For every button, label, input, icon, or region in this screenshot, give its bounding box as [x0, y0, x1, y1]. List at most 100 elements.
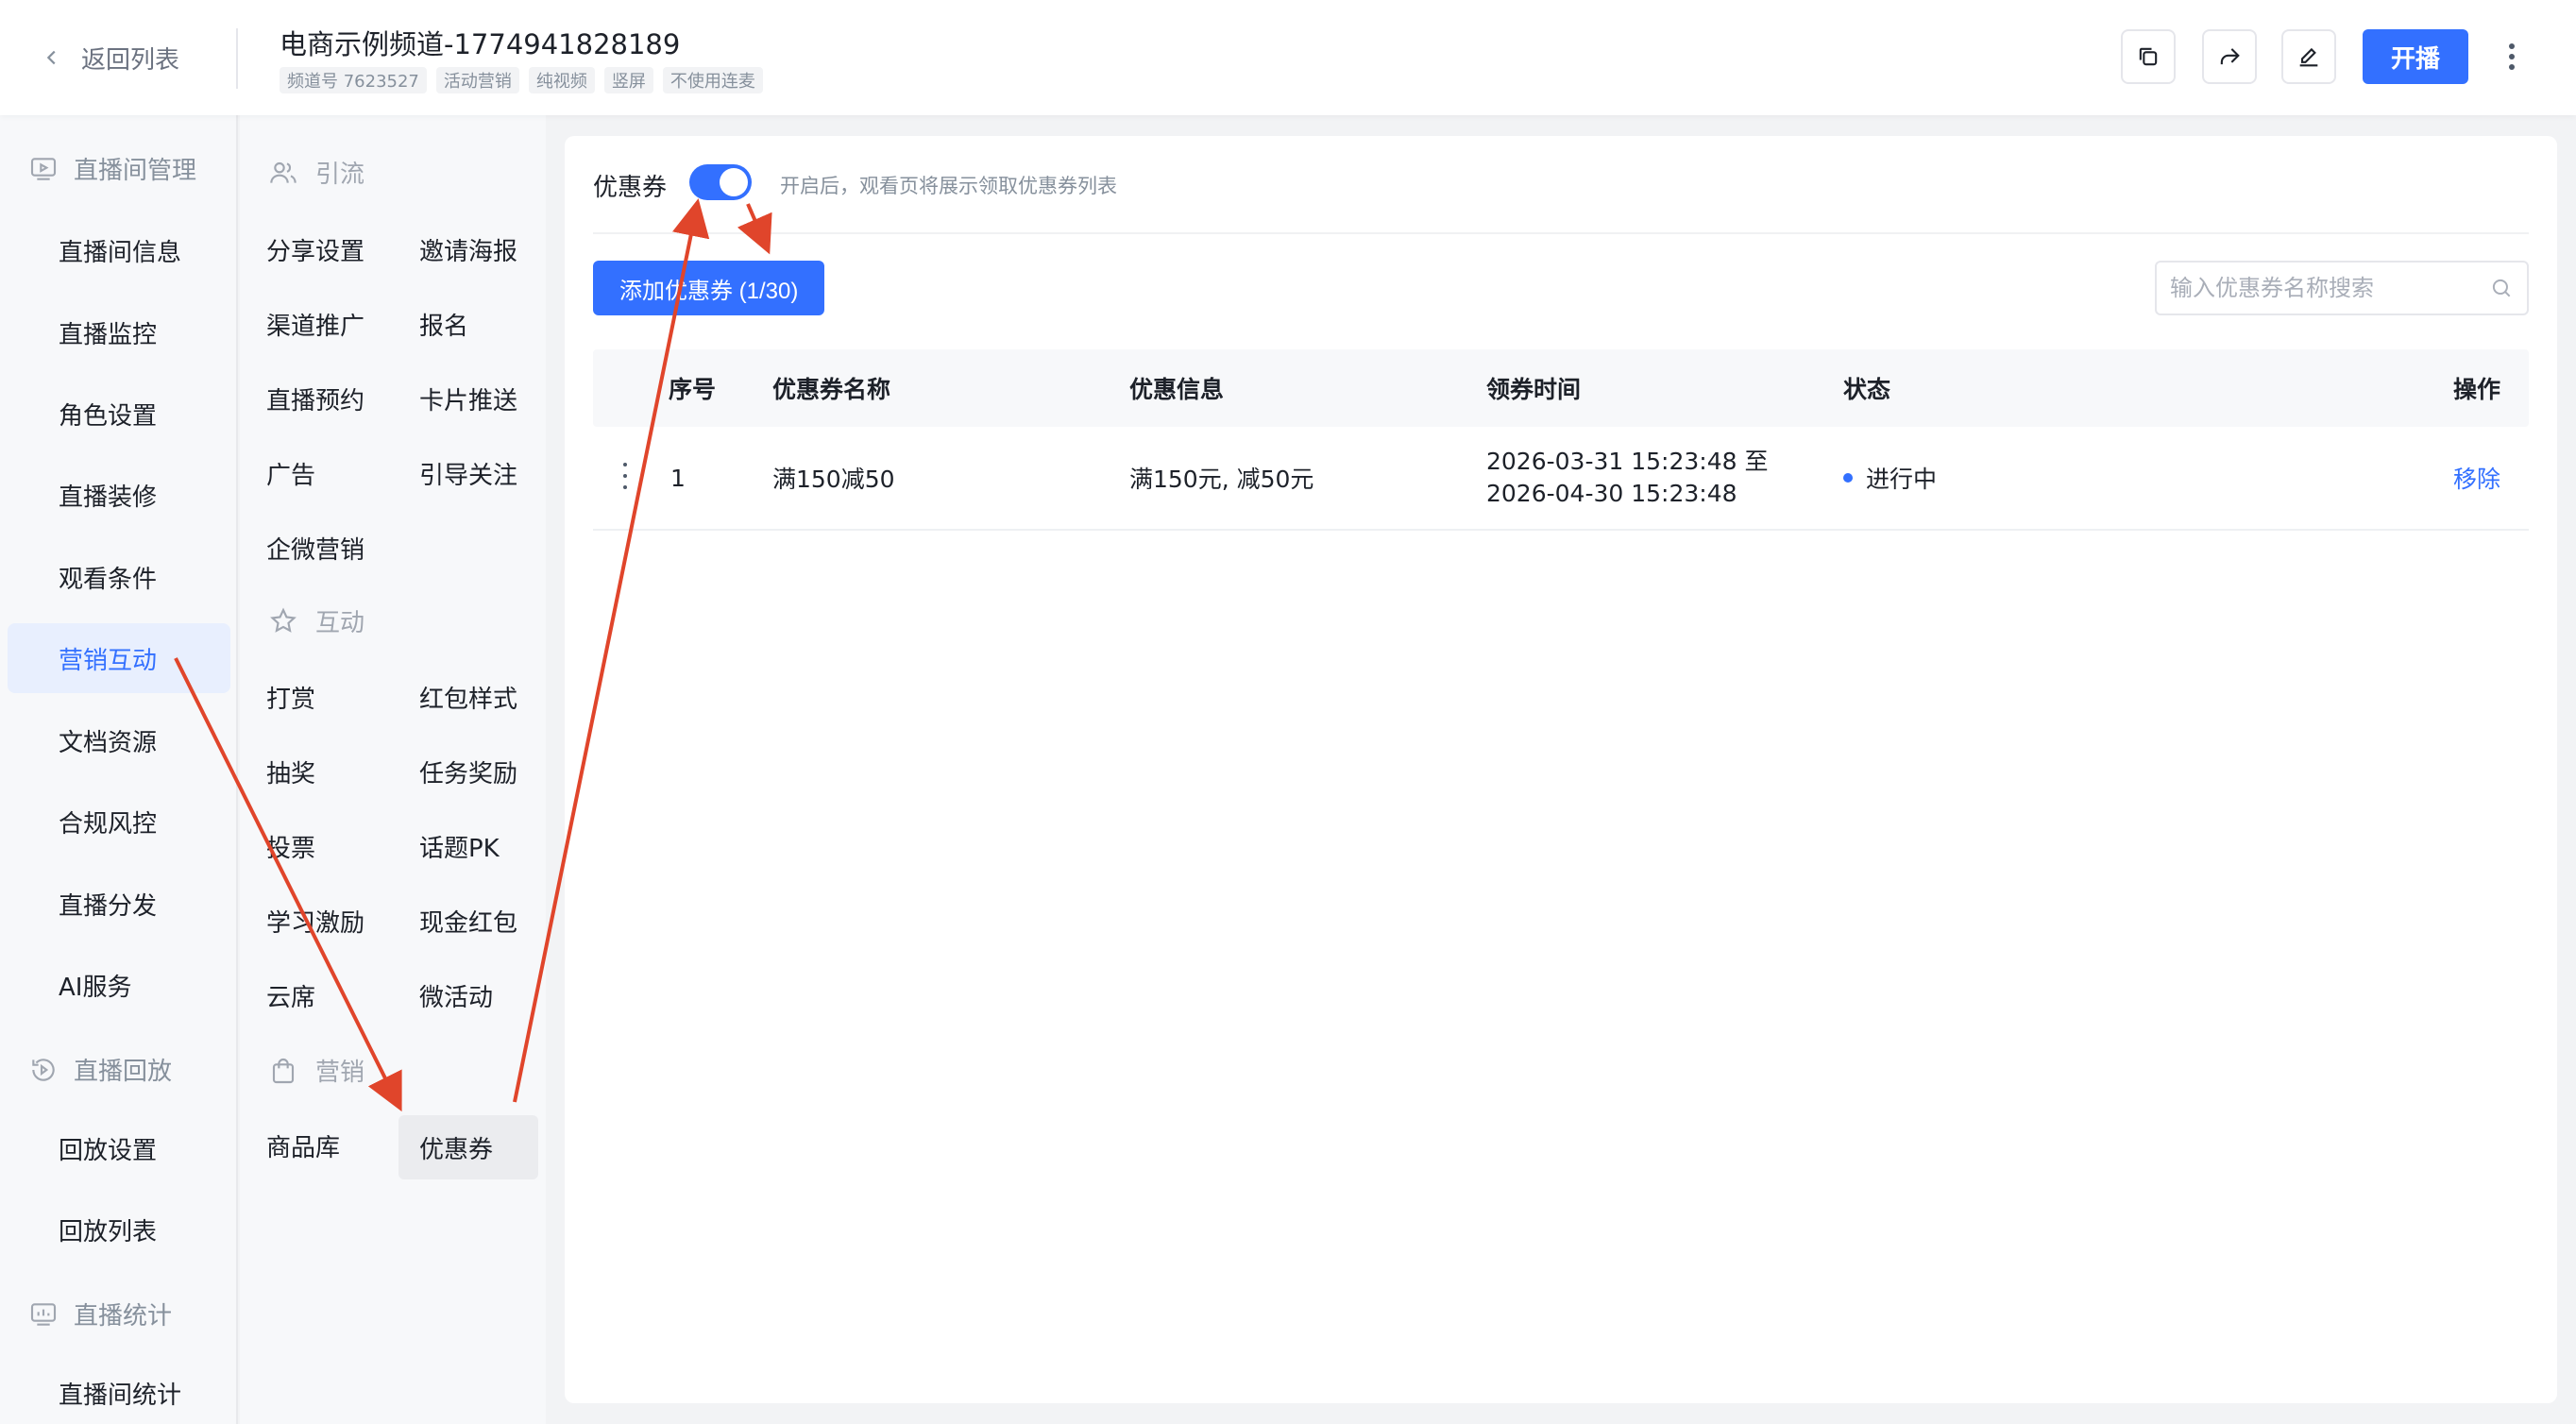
submenu-item-topic-pk[interactable]: 话题PK [419, 816, 500, 876]
tag-scene: 活动营销 [435, 67, 519, 93]
copy-button[interactable] [2121, 29, 2176, 84]
section-divider [593, 232, 2529, 234]
submenu-item-task-reward[interactable]: 任务奖励 [419, 741, 517, 802]
coupon-panel: 优惠券 开启后，观看页将展示领取优惠券列表 添加优惠券 (1/30) 序号 优惠… [565, 136, 2557, 1403]
coupon-toggle-switch[interactable] [689, 164, 752, 200]
more-menu-button[interactable] [2493, 38, 2531, 76]
chevron-left-icon [46, 50, 56, 65]
nav-group-replay: 直播回放 [28, 1052, 172, 1087]
back-label: 返回列表 [81, 45, 180, 75]
remove-coupon-link[interactable]: 移除 [2453, 461, 2500, 495]
top-header: 返回列表 电商示例频道-1774941828189 频道号 7623527 活动… [0, 0, 2576, 115]
nav-item-decoration[interactable]: 直播装修 [8, 460, 230, 530]
nav-item-marketing[interactable]: 营销互动 [8, 623, 230, 693]
submenu-group-marketing: 营销 [268, 1053, 364, 1088]
submenu-item-vote[interactable]: 投票 [266, 816, 315, 876]
nav-item-room-info[interactable]: 直播间信息 [8, 215, 230, 285]
submenu-item-share-settings[interactable]: 分享设置 [266, 219, 364, 280]
submenu-item-cash-redpacket[interactable]: 现金红包 [419, 890, 517, 951]
nav-item-replay-list[interactable]: 回放列表 [8, 1195, 230, 1264]
submenu-item-product-library[interactable]: 商品库 [266, 1115, 340, 1176]
submenu-item-invite-poster[interactable]: 邀请海报 [419, 219, 517, 280]
submenu-group-interaction: 互动 [268, 603, 364, 638]
submenu-group-label: 营销 [315, 1059, 365, 1087]
copy-icon [2139, 47, 2158, 66]
nav-item-monitor[interactable]: 直播监控 [8, 297, 230, 367]
nav-group-label: 直播统计 [74, 1302, 173, 1331]
submenu-group-traffic: 引流 [268, 155, 364, 190]
claim-time-end: 2026-04-30 15:23:48 [1486, 480, 1737, 507]
start-live-button[interactable]: 开播 [2363, 29, 2468, 84]
submenu-item-micro-activity[interactable]: 微活动 [419, 965, 493, 1026]
users-icon [270, 161, 297, 183]
cell-claim-time: 2026-03-31 15:23:48 至 2026-04-30 15:23:4… [1486, 427, 1768, 529]
submenu-group-label: 互动 [315, 609, 365, 637]
submenu-item-ads[interactable]: 广告 [266, 443, 315, 503]
col-claim-time: 领券时间 [1486, 376, 1582, 403]
submenu-item-live-reservation[interactable]: 直播预约 [266, 368, 364, 429]
col-discount-info: 优惠信息 [1129, 376, 1225, 403]
bag-icon [272, 1058, 295, 1083]
nav-item-distribution[interactable]: 直播分发 [8, 869, 230, 939]
cell-index: 1 [670, 464, 686, 492]
header-divider [236, 28, 238, 89]
submenu-item-redpacket-style[interactable]: 红包样式 [419, 667, 517, 727]
nav-item-compliance[interactable]: 合规风控 [8, 787, 230, 856]
marketing-submenu: 引流 分享设置 邀请海报 渠道推广 报名 直播预约 卡片推送 广告 引导关注 企… [240, 115, 546, 1424]
col-status: 状态 [1843, 376, 1891, 403]
submenu-item-registration[interactable]: 报名 [419, 294, 468, 354]
status-dot-icon [1843, 473, 1853, 483]
nav-group-label: 直播间管理 [74, 157, 197, 185]
more-vertical-icon [2509, 43, 2515, 70]
replay-icon [32, 1058, 55, 1081]
nav-group-stats: 直播统计 [28, 1297, 172, 1331]
nav-item-room-stats[interactable]: 直播间统计 [8, 1358, 230, 1424]
table-row: 1 满150减50 满150元, 减50元 2026-03-31 15:23:4… [593, 427, 2529, 531]
nav-group-label: 直播回放 [74, 1058, 173, 1086]
submenu-item-lottery[interactable]: 抽奖 [266, 741, 315, 802]
coupon-search-box [2155, 261, 2529, 315]
stats-icon [30, 1302, 57, 1326]
nav-group-live-room: 直播间管理 [28, 151, 196, 186]
drag-handle-icon[interactable] [621, 463, 629, 489]
cell-coupon-name: 满150减50 [772, 466, 895, 493]
nav-item-documents[interactable]: 文档资源 [8, 705, 230, 775]
left-navigation: 直播间管理 直播间信息 直播监控 角色设置 直播装修 观看条件 营销互动 文档资… [0, 115, 238, 1424]
cell-discount-info: 满150元, 减50元 [1129, 466, 1314, 493]
cell-actions: 移除 [2453, 427, 2500, 529]
submenu-item-wecom-marketing[interactable]: 企微营销 [266, 517, 364, 578]
col-actions: 操作 [2453, 376, 2501, 403]
submenu-item-channel-promo[interactable]: 渠道推广 [266, 294, 364, 354]
nav-item-watch-conditions[interactable]: 观看条件 [8, 542, 230, 612]
tag-channel-id: 频道号 7623527 [280, 67, 427, 93]
nav-item-replay-settings[interactable]: 回放设置 [8, 1113, 230, 1183]
submenu-item-follow-guide[interactable]: 引导关注 [419, 443, 517, 503]
coupon-toggle-hint: 开启后，观看页将展示领取优惠券列表 [780, 175, 1117, 197]
status-text: 进行中 [1866, 466, 1938, 493]
submenu-item-cloud-seat[interactable]: 云席 [266, 965, 315, 1026]
nav-item-ai-service[interactable]: AI服务 [8, 950, 230, 1020]
channel-tags: 频道号 7623527 活动营销 纯视频 竖屏 不使用连麦 [280, 67, 763, 93]
edit-button[interactable] [2281, 29, 2336, 84]
col-index: 序号 [669, 376, 717, 403]
submenu-group-label: 引流 [315, 161, 365, 189]
coupon-label: 优惠券 [593, 174, 668, 202]
share-button[interactable] [2202, 29, 2257, 84]
submenu-item-card-push[interactable]: 卡片推送 [419, 368, 517, 429]
submenu-item-tipping[interactable]: 打赏 [266, 667, 315, 727]
claim-time-start: 2026-03-31 15:23:48 至 [1486, 448, 1769, 475]
search-icon[interactable] [2489, 276, 2514, 300]
star-icon [270, 606, 297, 633]
coupon-search-input[interactable] [2170, 275, 2489, 301]
submenu-item-coupon[interactable]: 优惠券 [398, 1115, 538, 1179]
channel-title: 电商示例频道-1774941828189 [280, 28, 681, 60]
share-icon [2220, 48, 2240, 65]
coupon-table-header: 序号 优惠券名称 优惠信息 领券时间 状态 操作 [593, 349, 2529, 427]
tag-link-mic: 不使用连麦 [662, 67, 763, 93]
back-to-list-button[interactable]: 返回列表 [42, 36, 179, 79]
tag-media: 纯视频 [528, 67, 595, 93]
nav-item-roles[interactable]: 角色设置 [8, 379, 230, 449]
add-coupon-button[interactable]: 添加优惠券 (1/30) [593, 261, 825, 315]
tag-orientation: 竖屏 [603, 67, 653, 93]
submenu-item-learning-incentive[interactable]: 学习激励 [266, 890, 364, 951]
